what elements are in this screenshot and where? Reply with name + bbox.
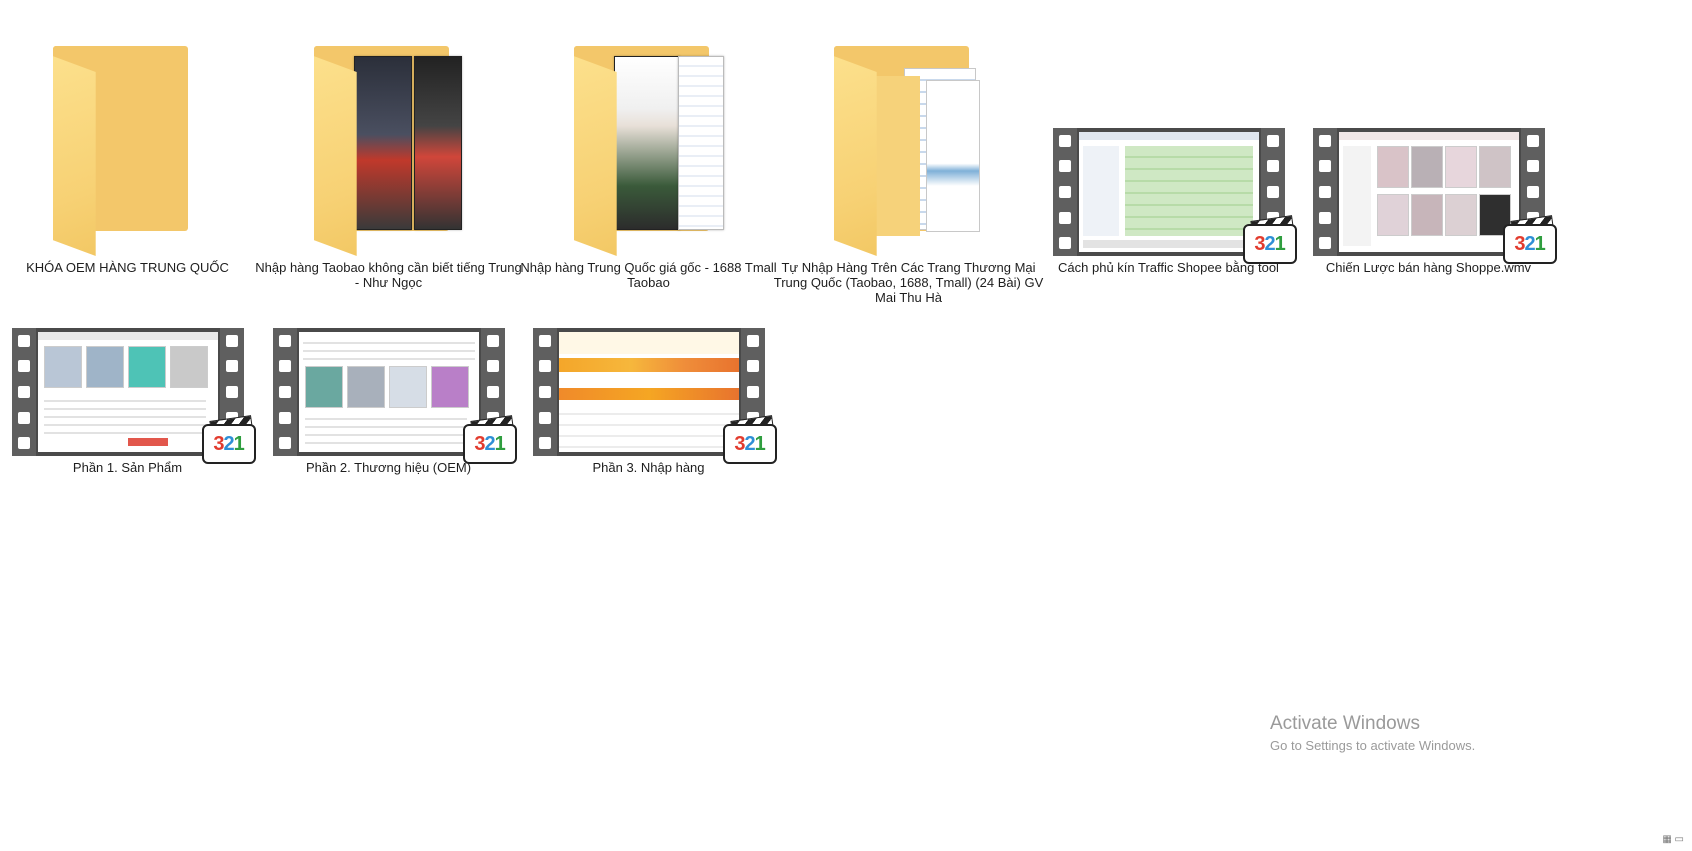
watermark-title: Activate Windows	[1270, 713, 1420, 734]
video-item-phan-1[interactable]: 321 Phần 1. Sản Phẩm	[0, 230, 268, 530]
mpc-hc-badge-icon: 321	[1502, 224, 1557, 264]
video-file-icon: 321	[0, 230, 258, 464]
watermark-subtitle: Go to Settings to activate Windows.	[1270, 738, 1476, 753]
video-item-phan-2[interactable]: 321 Phần 2. Thương hiệu (OEM)	[248, 230, 529, 530]
mpc-hc-badge-icon: 321	[722, 424, 777, 464]
video-file-icon: 321	[1039, 30, 1299, 264]
video-item-traffic-shopee[interactable]: 321 Cách phủ kín Traffic Shopee bằng too…	[1028, 30, 1309, 330]
video-file-icon: 321	[519, 230, 779, 464]
view-toggle-icons[interactable]: ▦ ▭	[1662, 834, 1684, 845]
video-file-icon: 321	[1299, 30, 1559, 264]
activate-windows-watermark: Activate Windows Go to Settings to activ…	[1270, 713, 1475, 754]
item-label: Tự Nhập Hàng Trên Các Trang Thương Mại T…	[773, 260, 1044, 305]
video-file-icon: 321	[259, 230, 519, 464]
video-item-chien-luoc-ban-hang[interactable]: 321 Chiến Lược bán hàng Shoppe.wmv	[1288, 30, 1569, 330]
folder-icon	[0, 30, 258, 256]
folder-item-tu-nhap-hang[interactable]: Tự Nhập Hàng Trên Các Trang Thương Mại T…	[768, 30, 1049, 330]
folder-icon	[259, 30, 519, 256]
video-item-phan-3[interactable]: 321 Phần 3. Nhập hàng	[508, 230, 789, 530]
folder-icon	[519, 30, 779, 256]
folder-icon	[779, 30, 1039, 256]
